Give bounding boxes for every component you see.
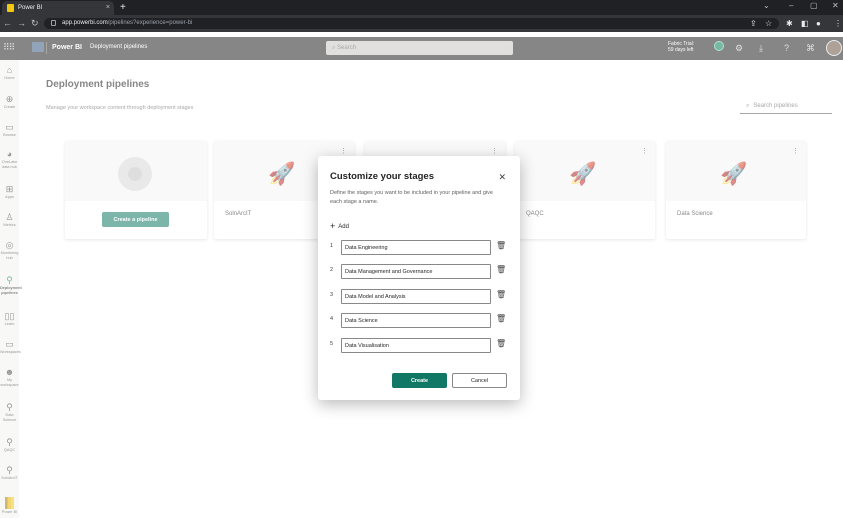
close-tab-icon[interactable]: × <box>106 1 110 15</box>
stage-number: 3 <box>330 292 334 298</box>
maximize-icon[interactable]: ▢ <box>810 0 818 11</box>
create-button[interactable]: Create <box>392 373 447 388</box>
add-stage-button[interactable]: + Add <box>330 221 349 231</box>
stage-number: 1 <box>330 243 334 249</box>
stage-number: 4 <box>330 316 334 322</box>
trash-icon[interactable]: 🗑 <box>496 314 506 323</box>
browser-tab[interactable]: Power BI × <box>2 1 114 15</box>
browser-tab-title: Power BI <box>18 5 43 11</box>
stage-name-input[interactable] <box>341 240 491 255</box>
powerbi-favicon-icon <box>7 4 14 12</box>
minimize-icon[interactable]: – <box>789 0 793 11</box>
profile-icon[interactable]: ● <box>816 15 821 32</box>
close-icon[interactable]: ✕ <box>498 172 506 183</box>
lock-icon <box>51 20 56 26</box>
stage-row: 4 🗑 <box>330 313 510 328</box>
bookmark-star-icon[interactable]: ☆ <box>765 15 772 32</box>
dialog-title: Customize your stages <box>330 171 434 182</box>
stage-row: 5 🗑 <box>330 338 510 353</box>
stage-row: 1 🗑 <box>330 240 510 255</box>
side-panel-icon[interactable]: ◧ <box>801 15 809 32</box>
browser-tab-bar <box>0 0 843 15</box>
stage-name-input[interactable] <box>341 313 491 328</box>
dialog-description: Define the stages you want to be include… <box>330 190 493 205</box>
cancel-button[interactable]: Cancel <box>452 373 507 388</box>
stage-name-input[interactable] <box>341 264 491 279</box>
trash-icon[interactable]: 🗑 <box>496 241 506 250</box>
url-text: app.powerbi.com/pipelines?experience=pow… <box>62 20 193 26</box>
share-icon[interactable]: ⇪ <box>750 15 757 32</box>
trash-icon[interactable]: 🗑 <box>496 339 506 348</box>
back-arrow-icon[interactable]: ← <box>3 15 12 32</box>
customize-stages-dialog: Customize your stages ✕ Define the stage… <box>318 156 520 400</box>
stage-name-input[interactable] <box>341 338 491 353</box>
reload-icon[interactable]: ↻ <box>31 15 39 32</box>
extensions-icon[interactable]: ✱ <box>786 15 793 32</box>
stage-row: 3 🗑 <box>330 289 510 304</box>
plus-icon: + <box>330 221 336 231</box>
tab-search-chevron-icon[interactable]: ⌄ <box>763 0 770 11</box>
stage-number: 2 <box>330 267 334 273</box>
new-tab-button[interactable]: + <box>120 0 126 15</box>
stage-number: 5 <box>330 341 334 347</box>
stage-name-input[interactable] <box>341 289 491 304</box>
trash-icon[interactable]: 🗑 <box>496 265 506 274</box>
browser-menu-icon[interactable]: ⋮ <box>834 15 842 32</box>
close-window-icon[interactable]: ✕ <box>832 0 839 11</box>
trash-icon[interactable]: 🗑 <box>496 290 506 299</box>
stage-row: 2 🗑 <box>330 264 510 279</box>
forward-arrow-icon[interactable]: → <box>17 15 26 32</box>
url-bar[interactable]: app.powerbi.com/pipelines?experience=pow… <box>44 18 779 29</box>
